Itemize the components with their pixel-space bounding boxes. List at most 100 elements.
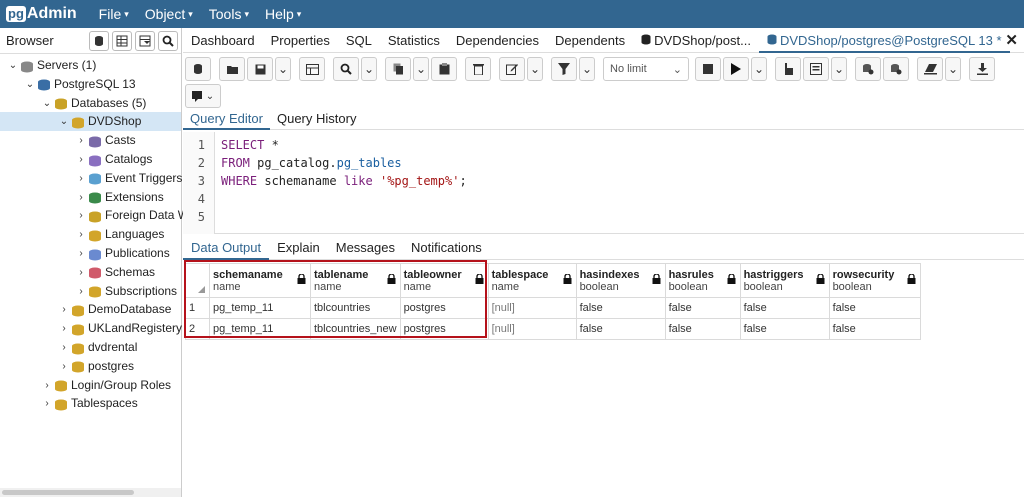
column-header-hasindexes[interactable]: hasindexes boolean [575,263,666,298]
tree-node[interactable]: ⌄ Databases (5) [40,94,146,113]
output-tab-2[interactable]: Messages [328,238,403,260]
table-row[interactable]: 2 pg_temp_11 tblcountries_new postgres [null… [185,318,921,340]
edit-icon[interactable] [499,57,525,81]
table-cell[interactable]: false [739,297,830,319]
tree-node[interactable]: › Extensions [74,188,164,207]
collapse-chevron-icon[interactable]: › [74,263,88,282]
collapse-chevron-icon[interactable]: › [74,225,88,244]
close-tab-icon[interactable]: ✕ [1005,31,1018,49]
collapse-chevron-icon[interactable]: › [40,376,54,395]
output-tab-3[interactable]: Notifications [403,238,490,260]
scrollbar-thumb[interactable] [2,490,134,495]
tab-6[interactable]: DVDShop/post... [633,28,759,53]
tree-node[interactable]: › Casts [74,131,136,150]
tree-node[interactable]: › UKLandRegistery [57,319,182,338]
copy-icon[interactable] [385,57,411,81]
tab-5[interactable]: Dependents [547,28,633,53]
select-all-corner[interactable] [185,263,210,298]
clear-dropdown-chevron-icon[interactable]: ⌄ [945,57,961,81]
table-cell[interactable]: false [828,297,921,319]
tree-node[interactable]: › Catalogs [74,150,152,169]
delete-icon[interactable] [465,57,491,81]
tree-node[interactable]: › postgres [57,357,134,376]
edit-dropdown-chevron-icon[interactable]: ⌄ [527,57,543,81]
tree-node[interactable]: › Foreign Data Wr [74,206,193,225]
execute-dropdown-chevron-icon[interactable]: ⌄ [751,57,767,81]
tab-4[interactable]: Dependencies [448,28,547,53]
expand-chevron-icon[interactable]: ⌄ [57,112,71,131]
filter-icon[interactable] [551,57,577,81]
tree-node[interactable]: ⌄ PostgreSQL 13 [23,75,136,94]
save-dropdown-chevron-icon[interactable]: ⌄ [275,57,291,81]
collapse-chevron-icon[interactable]: › [74,244,88,263]
expand-chevron-icon[interactable]: ⌄ [6,56,20,75]
row-number[interactable]: 2 [185,318,210,340]
database-icon[interactable] [185,57,211,81]
column-header-tablename[interactable]: tablename name [310,263,401,298]
table-cell[interactable]: [null] [487,297,577,319]
tab-7[interactable]: DVDShop/postgres@PostgreSQL 13 * [758,28,1010,53]
table-row[interactable]: 1 pg_temp_11 tblcountries postgres [null] fal… [185,297,921,319]
tree-node[interactable]: › Tablespaces [40,394,138,413]
table-cell[interactable]: false [664,297,741,319]
table-cell[interactable]: false [575,318,666,340]
tree-horizontal-scrollbar[interactable] [0,488,181,497]
collapse-chevron-icon[interactable]: › [74,282,88,301]
collapse-chevron-icon[interactable]: › [74,131,88,150]
menu-object[interactable]: Object ▾ [145,6,193,22]
query-tab-1[interactable]: Query History [270,110,363,130]
expand-chevron-icon[interactable]: ⌄ [40,94,54,113]
macros-icon[interactable]: ⌄ [185,84,221,108]
row-number[interactable]: 1 [185,297,210,319]
table-cell[interactable]: [null] [487,318,577,340]
tree-node[interactable]: › Languages [74,225,164,244]
filter-dropdown-chevron-icon[interactable]: ⌄ [579,57,595,81]
collapse-chevron-icon[interactable]: › [74,169,88,188]
column-header-rowsecurity[interactable]: rowsecurity boolean [828,263,921,298]
menu-help[interactable]: Help ▾ [265,6,301,22]
column-header-tableowner[interactable]: tableowner name [399,263,489,298]
column-header-tablespace[interactable]: tablespace name [487,263,577,298]
explain-dropdown-chevron-icon[interactable]: ⌄ [831,57,847,81]
output-tab-1[interactable]: Explain [269,238,328,260]
explain-icon[interactable] [775,57,801,81]
table-cell[interactable]: false [828,318,921,340]
commit-icon[interactable] [855,57,881,81]
collapse-chevron-icon[interactable]: › [57,357,71,376]
tree-node[interactable]: › dvdrental [57,338,137,357]
rollback-icon[interactable] [883,57,909,81]
tree-node[interactable]: › Schemas [74,263,155,282]
collapse-chevron-icon[interactable]: › [40,394,54,413]
collapse-chevron-icon[interactable]: › [74,188,88,207]
row-limit-select[interactable]: No limit ⌄ [603,57,689,81]
collapse-chevron-icon[interactable]: › [57,300,71,319]
search-icon[interactable] [158,30,178,51]
view-data-icon[interactable] [112,30,132,51]
query-tab-0[interactable]: Query Editor [183,110,270,130]
tree-node[interactable]: › Publications [74,244,170,263]
filtered-rows-icon[interactable] [135,30,155,51]
table-cell[interactable]: false [664,318,741,340]
find-dropdown-chevron-icon[interactable]: ⌄ [361,57,377,81]
table-cell[interactable]: postgres [399,318,489,340]
table-cell[interactable]: postgres [399,297,489,319]
tab-1[interactable]: Properties [263,28,338,53]
stop-icon[interactable] [695,57,721,81]
column-header-schemaname[interactable]: schemaname name [209,263,311,298]
column-header-hasrules[interactable]: hasrules boolean [664,263,741,298]
open-file-icon[interactable] [219,57,245,81]
paste-icon[interactable] [431,57,457,81]
collapse-chevron-icon[interactable]: › [74,150,88,169]
table-cell[interactable]: tblcountries_new [310,318,401,340]
table-cell[interactable]: false [575,297,666,319]
collapse-chevron-icon[interactable]: › [57,338,71,357]
tab-3[interactable]: Statistics [380,28,448,53]
column-header-hastriggers[interactable]: hastriggers boolean [739,263,830,298]
clear-eraser-icon[interactable] [917,57,943,81]
collapse-chevron-icon[interactable]: › [57,319,71,338]
sql-editor[interactable]: 12345 SELECT * FROM pg_catalog.pg_tables W… [183,132,1024,234]
execute-icon[interactable] [723,57,749,81]
tree-node[interactable]: › Event Triggers [74,169,182,188]
menu-file[interactable]: File ▾ [99,6,129,22]
find-icon[interactable] [333,57,359,81]
